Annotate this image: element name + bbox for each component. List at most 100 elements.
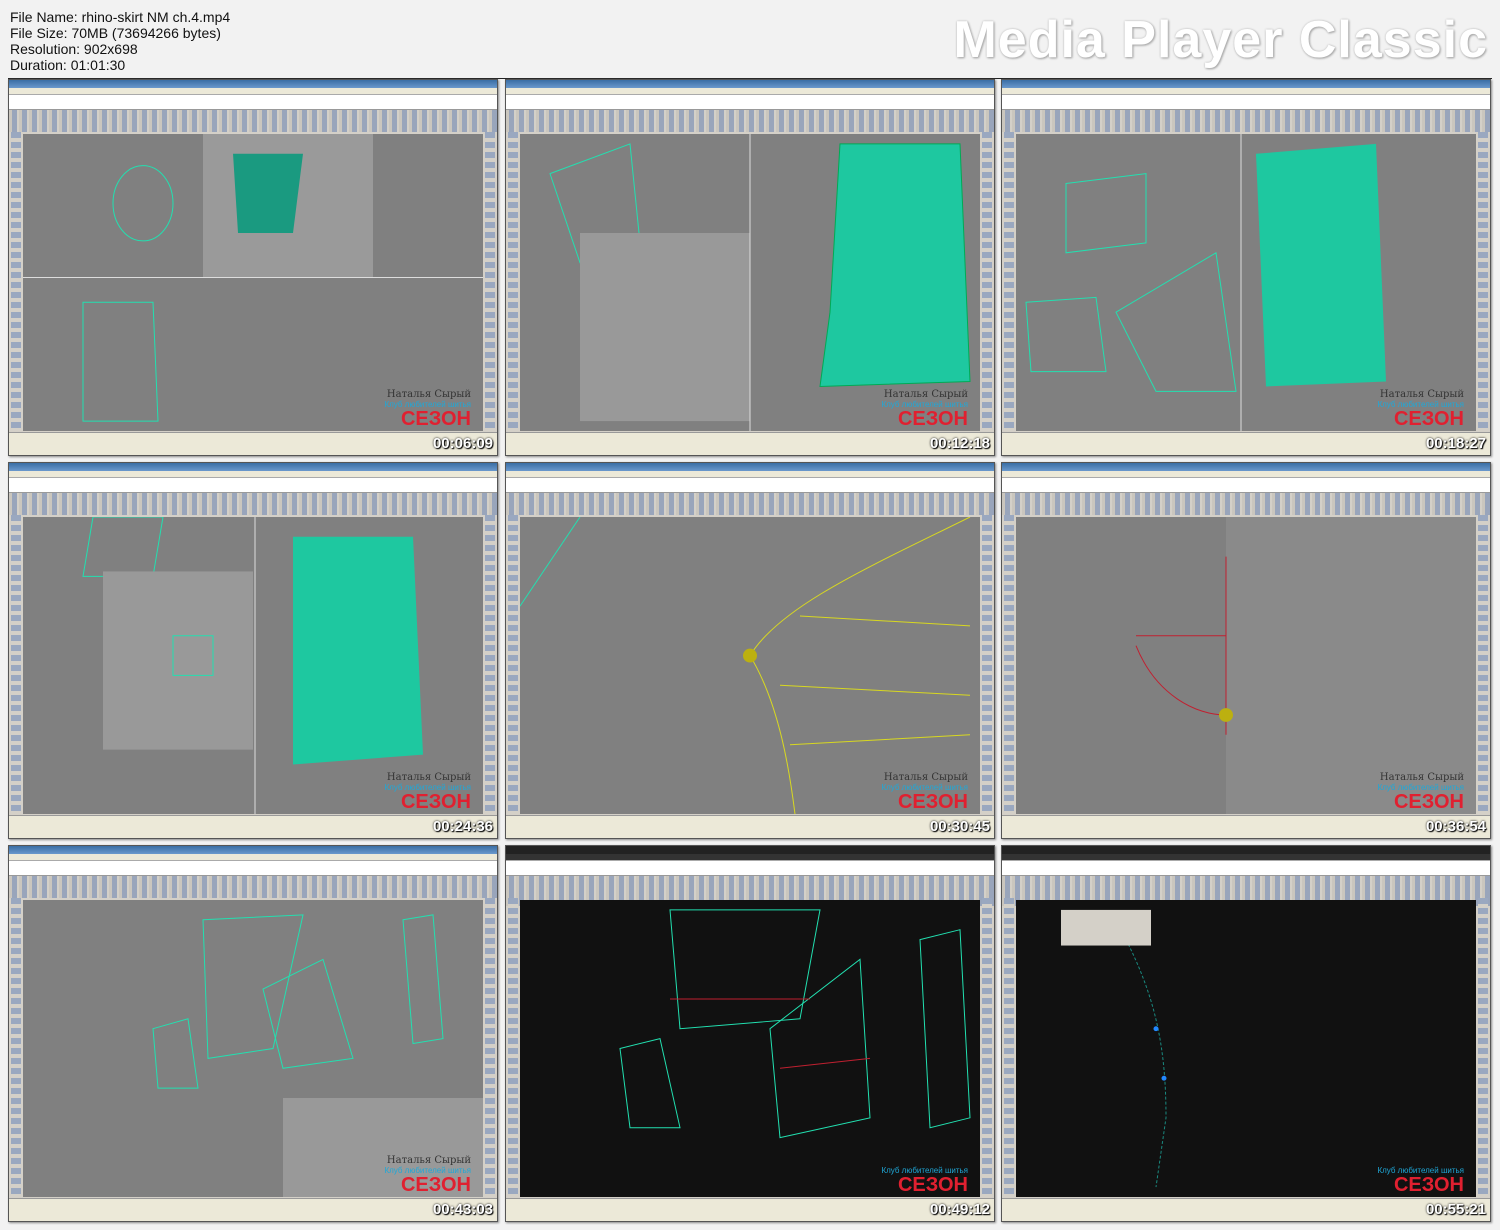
video-thumbnail[interactable]: Наталья Сырый Клуб любителей шитья СЕЗОН… xyxy=(1001,462,1491,839)
window-title-bar xyxy=(9,80,497,88)
video-thumbnail[interactable]: Клуб любителей шитья СЕЗОН 00:49:12 xyxy=(505,845,995,1222)
watermark-logo: СЕЗОН xyxy=(400,408,471,430)
command-line xyxy=(1002,861,1490,876)
watermark-logo: СЕЗОН xyxy=(1393,408,1464,430)
watermark: Наталья Сырый Клуб любителей шитья СЕЗОН xyxy=(1377,389,1464,429)
file-name: File Name: rhino-skirt NM ch.4.mp4 xyxy=(10,9,231,25)
toolbar xyxy=(9,493,497,515)
command-line xyxy=(1002,95,1490,110)
watermark: Клуб любителей шитья СЕЗОН xyxy=(1377,1166,1464,1195)
timestamp: 00:36:54 xyxy=(1425,818,1486,835)
watermark: Клуб любителей шитья СЕЗОН xyxy=(881,1166,968,1195)
viewport xyxy=(520,517,980,814)
window-title-bar xyxy=(506,463,994,471)
left-toolbar xyxy=(1004,132,1014,433)
right-toolbar xyxy=(485,515,495,816)
timestamp: 00:24:36 xyxy=(432,818,493,835)
window-title-bar xyxy=(9,463,497,471)
watermark-author: Наталья Сырый xyxy=(883,389,968,400)
menu-bar xyxy=(9,854,497,861)
status-bar xyxy=(1002,1198,1490,1221)
window-title-bar xyxy=(1002,80,1490,88)
right-toolbar xyxy=(485,898,495,1199)
right-toolbar xyxy=(1478,515,1488,816)
menu-bar xyxy=(1002,854,1490,861)
status-bar xyxy=(9,432,497,455)
status-bar xyxy=(506,1198,994,1221)
watermark-author: Наталья Сырый xyxy=(386,772,471,783)
toolbar xyxy=(1002,110,1490,132)
video-thumbnail[interactable]: Наталья Сырый Клуб любителей шитья СЕЗОН… xyxy=(505,79,995,456)
right-toolbar xyxy=(982,515,992,816)
watermark-author: Наталья Сырый xyxy=(1379,389,1464,400)
menu-bar xyxy=(9,471,497,478)
viewport xyxy=(23,517,483,814)
watermark-logo: СЕЗОН xyxy=(1393,791,1464,813)
watermark: Наталья Сырый Клуб любителей шитья СЕЗОН xyxy=(1377,772,1464,812)
left-toolbar xyxy=(11,515,21,816)
command-line xyxy=(506,478,994,493)
watermark-author: Наталья Сырый xyxy=(386,389,471,400)
left-toolbar xyxy=(11,132,21,433)
command-line xyxy=(506,861,994,876)
left-toolbar xyxy=(1004,515,1014,816)
watermark-logo: СЕЗОН xyxy=(897,408,968,430)
timestamp: 00:12:18 xyxy=(929,435,990,452)
viewport xyxy=(23,134,483,431)
left-toolbar xyxy=(508,132,518,433)
viewport xyxy=(1016,134,1476,431)
window-title-bar xyxy=(506,80,994,88)
toolbar xyxy=(9,110,497,132)
status-bar xyxy=(9,815,497,838)
video-thumbnail[interactable]: Клуб любителей шитья СЕЗОН 00:55:21 xyxy=(1001,845,1491,1222)
right-toolbar xyxy=(485,132,495,433)
command-line xyxy=(9,95,497,110)
watermark: Наталья Сырый Клуб любителей шитья СЕЗОН xyxy=(384,772,471,812)
duration: Duration: 01:01:30 xyxy=(10,57,126,73)
status-bar xyxy=(1002,432,1490,455)
toolbar xyxy=(506,110,994,132)
watermark-author: Наталья Сырый xyxy=(386,1155,471,1166)
status-bar xyxy=(506,432,994,455)
left-toolbar xyxy=(11,898,21,1199)
viewport xyxy=(1016,900,1476,1197)
command-line xyxy=(1002,478,1490,493)
timestamp: 00:06:09 xyxy=(432,435,493,452)
left-toolbar xyxy=(1004,898,1014,1199)
video-thumbnail[interactable]: Наталья Сырый Клуб любителей шитья СЕЗОН… xyxy=(505,462,995,839)
viewport xyxy=(23,900,483,1197)
timestamp: 00:49:12 xyxy=(929,1201,990,1218)
command-line xyxy=(9,861,497,876)
watermark: Наталья Сырый Клуб любителей шитья СЕЗОН xyxy=(384,389,471,429)
watermark-logo: СЕЗОН xyxy=(897,1174,968,1196)
timestamp: 00:30:45 xyxy=(929,818,990,835)
viewport xyxy=(1016,517,1476,814)
toolbar xyxy=(1002,493,1490,515)
video-thumbnail[interactable]: Наталья Сырый Клуб любителей шитья СЕЗОН… xyxy=(8,462,498,839)
menu-bar xyxy=(9,88,497,95)
watermark: Наталья Сырый Клуб любителей шитья СЕЗОН xyxy=(384,1155,471,1195)
status-bar xyxy=(1002,815,1490,838)
file-info: File Name: rhino-skirt NM ch.4.mp4 File … xyxy=(10,9,230,73)
video-thumbnail[interactable]: Наталья Сырый Клуб любителей шитья СЕЗОН… xyxy=(1001,79,1491,456)
window-title-bar xyxy=(1002,846,1490,854)
video-thumbnail[interactable]: Наталья Сырый Клуб любителей шитья СЕЗОН… xyxy=(8,79,498,456)
video-thumbnail[interactable]: Наталья Сырый Клуб любителей шитья СЕЗОН… xyxy=(8,845,498,1222)
toolbar xyxy=(506,493,994,515)
timestamp: 00:18:27 xyxy=(1425,435,1486,452)
watermark: Наталья Сырый Клуб любителей шитья СЕЗОН xyxy=(881,772,968,812)
command-line xyxy=(506,95,994,110)
left-toolbar xyxy=(508,898,518,1199)
menu-bar xyxy=(506,471,994,478)
left-toolbar xyxy=(508,515,518,816)
brand-logo: Media Player Classic xyxy=(953,11,1488,69)
watermark-logo: СЕЗОН xyxy=(897,791,968,813)
window-title-bar xyxy=(506,846,994,854)
watermark-author: Наталья Сырый xyxy=(883,772,968,783)
right-toolbar xyxy=(1478,898,1488,1199)
right-toolbar xyxy=(982,132,992,433)
watermark: Наталья Сырый Клуб любителей шитья СЕЗОН xyxy=(881,389,968,429)
viewport xyxy=(520,900,980,1197)
status-bar xyxy=(9,1198,497,1221)
watermark-logo: СЕЗОН xyxy=(400,791,471,813)
